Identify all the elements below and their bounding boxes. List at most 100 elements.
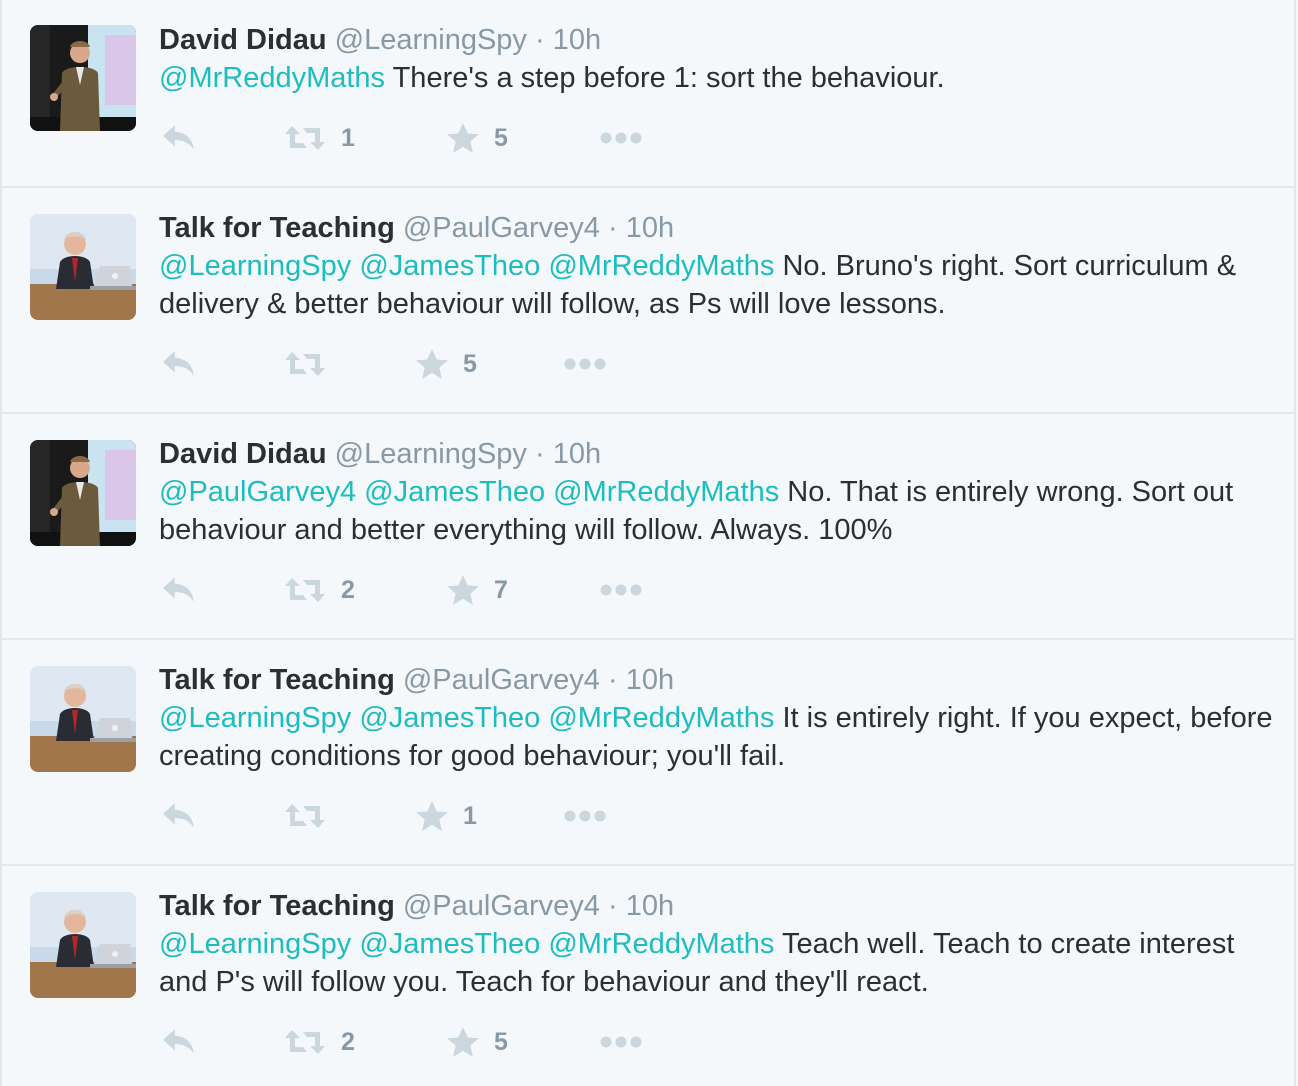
author-name[interactable]: Talk for Teaching — [159, 664, 395, 696]
mention-link[interactable]: @LearningSpy — [159, 928, 351, 960]
more-button[interactable] — [563, 344, 607, 384]
star-icon — [446, 574, 480, 606]
mention-link[interactable]: @JamesTheo — [359, 702, 540, 734]
separator-dot: · — [599, 212, 626, 244]
mention-link[interactable]: @MrReddyMaths — [548, 702, 774, 734]
more-button[interactable] — [599, 118, 643, 158]
timestamp[interactable]: 10h — [626, 212, 674, 244]
avatar[interactable] — [30, 214, 136, 320]
tweet-text: @LearningSpy @JamesTheo @MrReddyMaths No… — [159, 247, 1279, 323]
avatar-image — [30, 440, 136, 546]
retweet-count: 2 — [341, 1027, 355, 1056]
tweet-text: @LearningSpy @JamesTheo @MrReddyMaths It… — [159, 699, 1279, 775]
retweet-button[interactable] — [283, 796, 341, 836]
favorite-button[interactable]: 1 — [415, 796, 477, 836]
retweet-button[interactable] — [283, 344, 341, 384]
tweet[interactable]: Talk for Teaching @PaulGarvey4 · 10h @Lea… — [2, 188, 1296, 414]
tweet-actions: 15 — [159, 118, 759, 158]
author-name[interactable]: Talk for Teaching — [159, 890, 395, 922]
reply-button[interactable] — [161, 796, 197, 836]
more-button[interactable] — [599, 1022, 643, 1062]
retweet-button[interactable]: 2 — [283, 570, 355, 610]
mention-link[interactable]: @LearningSpy — [159, 250, 351, 282]
favorite-count: 1 — [463, 801, 477, 830]
avatar[interactable] — [30, 25, 136, 131]
mention-link[interactable]: @LearningSpy — [159, 702, 351, 734]
author-handle[interactable]: @PaulGarvey4 — [403, 212, 600, 244]
retweet-icon — [283, 1027, 327, 1057]
more-icon — [599, 1035, 643, 1049]
retweet-icon — [283, 801, 327, 831]
reply-icon — [161, 348, 197, 380]
avatar-image — [30, 25, 136, 131]
tweet-actions: 5 — [159, 344, 759, 384]
avatar-image — [30, 666, 136, 772]
reply-icon — [161, 800, 197, 832]
avatar[interactable] — [30, 440, 136, 546]
reply-button[interactable] — [161, 118, 197, 158]
retweet-button[interactable]: 1 — [283, 118, 355, 158]
timestamp[interactable]: 10h — [553, 438, 601, 470]
avatar[interactable] — [30, 892, 136, 998]
author-name[interactable]: David Didau — [159, 24, 327, 56]
mention-link[interactable]: @JamesTheo — [359, 250, 540, 282]
more-button[interactable] — [563, 796, 607, 836]
tweet-actions: 1 — [159, 796, 759, 836]
retweet-button[interactable]: 2 — [283, 1022, 355, 1062]
timestamp[interactable]: 10h — [553, 24, 601, 56]
star-icon — [446, 1026, 480, 1058]
avatar-image — [30, 214, 136, 320]
tweet-body: There's a step before 1: sort the behavi… — [385, 62, 945, 94]
favorite-count: 5 — [463, 349, 477, 378]
reply-button[interactable] — [161, 1022, 197, 1062]
reply-icon — [161, 1026, 197, 1058]
retweet-count: 2 — [341, 575, 355, 604]
author-handle[interactable]: @LearningSpy — [335, 24, 527, 56]
favorite-count: 5 — [494, 1027, 508, 1056]
favorite-button[interactable]: 5 — [446, 118, 508, 158]
retweet-count: 1 — [341, 123, 355, 152]
author-name[interactable]: David Didau — [159, 438, 327, 470]
mention-link[interactable]: @MrReddyMaths — [159, 62, 385, 94]
retweet-icon — [283, 575, 327, 605]
separator-dot: · — [599, 664, 626, 696]
tweet-text: @PaulGarvey4 @JamesTheo @MrReddyMaths No… — [159, 473, 1279, 549]
mention-link[interactable]: @PaulGarvey4 — [159, 476, 356, 508]
reply-button[interactable] — [161, 570, 197, 610]
favorite-button[interactable]: 7 — [446, 570, 508, 610]
timestamp[interactable]: 10h — [626, 890, 674, 922]
more-button[interactable] — [599, 570, 643, 610]
favorite-count: 7 — [494, 575, 508, 604]
tweet-header: David Didau @LearningSpy · 10h — [159, 436, 601, 472]
author-name[interactable]: Talk for Teaching — [159, 212, 395, 244]
tweet[interactable]: David Didau @LearningSpy · 10h @PaulGarve… — [2, 414, 1296, 640]
timestamp[interactable]: 10h — [626, 664, 674, 696]
author-handle[interactable]: @PaulGarvey4 — [403, 890, 600, 922]
favorite-button[interactable]: 5 — [415, 344, 477, 384]
mention-link[interactable]: @JamesTheo — [359, 928, 540, 960]
mention-link[interactable]: @MrReddyMaths — [548, 928, 774, 960]
mention-link[interactable]: @MrReddyMaths — [553, 476, 779, 508]
tweet-actions: 27 — [159, 570, 759, 610]
more-icon — [563, 357, 607, 371]
tweet[interactable]: Talk for Teaching @PaulGarvey4 · 10h @Lea… — [2, 866, 1296, 1086]
author-handle[interactable]: @LearningSpy — [335, 438, 527, 470]
separator-dot: · — [526, 438, 553, 470]
star-icon — [415, 800, 449, 832]
avatar[interactable] — [30, 666, 136, 772]
author-handle[interactable]: @PaulGarvey4 — [403, 664, 600, 696]
tweet[interactable]: David Didau @LearningSpy · 10h @MrReddyMa… — [2, 0, 1296, 188]
favorite-button[interactable]: 5 — [446, 1022, 508, 1062]
mention-link[interactable]: @JamesTheo — [364, 476, 545, 508]
reply-icon — [161, 574, 197, 606]
more-icon — [599, 583, 643, 597]
tweet[interactable]: Talk for Teaching @PaulGarvey4 · 10h @Lea… — [2, 640, 1296, 866]
star-icon — [446, 122, 480, 154]
tweet-header: David Didau @LearningSpy · 10h — [159, 22, 601, 58]
tweet-text: @MrReddyMaths There's a step before 1: s… — [159, 59, 1279, 97]
retweet-icon — [283, 349, 327, 379]
mention-link[interactable]: @MrReddyMaths — [548, 250, 774, 282]
tweet-text: @LearningSpy @JamesTheo @MrReddyMaths Te… — [159, 925, 1279, 1001]
reply-button[interactable] — [161, 344, 197, 384]
more-icon — [599, 131, 643, 145]
